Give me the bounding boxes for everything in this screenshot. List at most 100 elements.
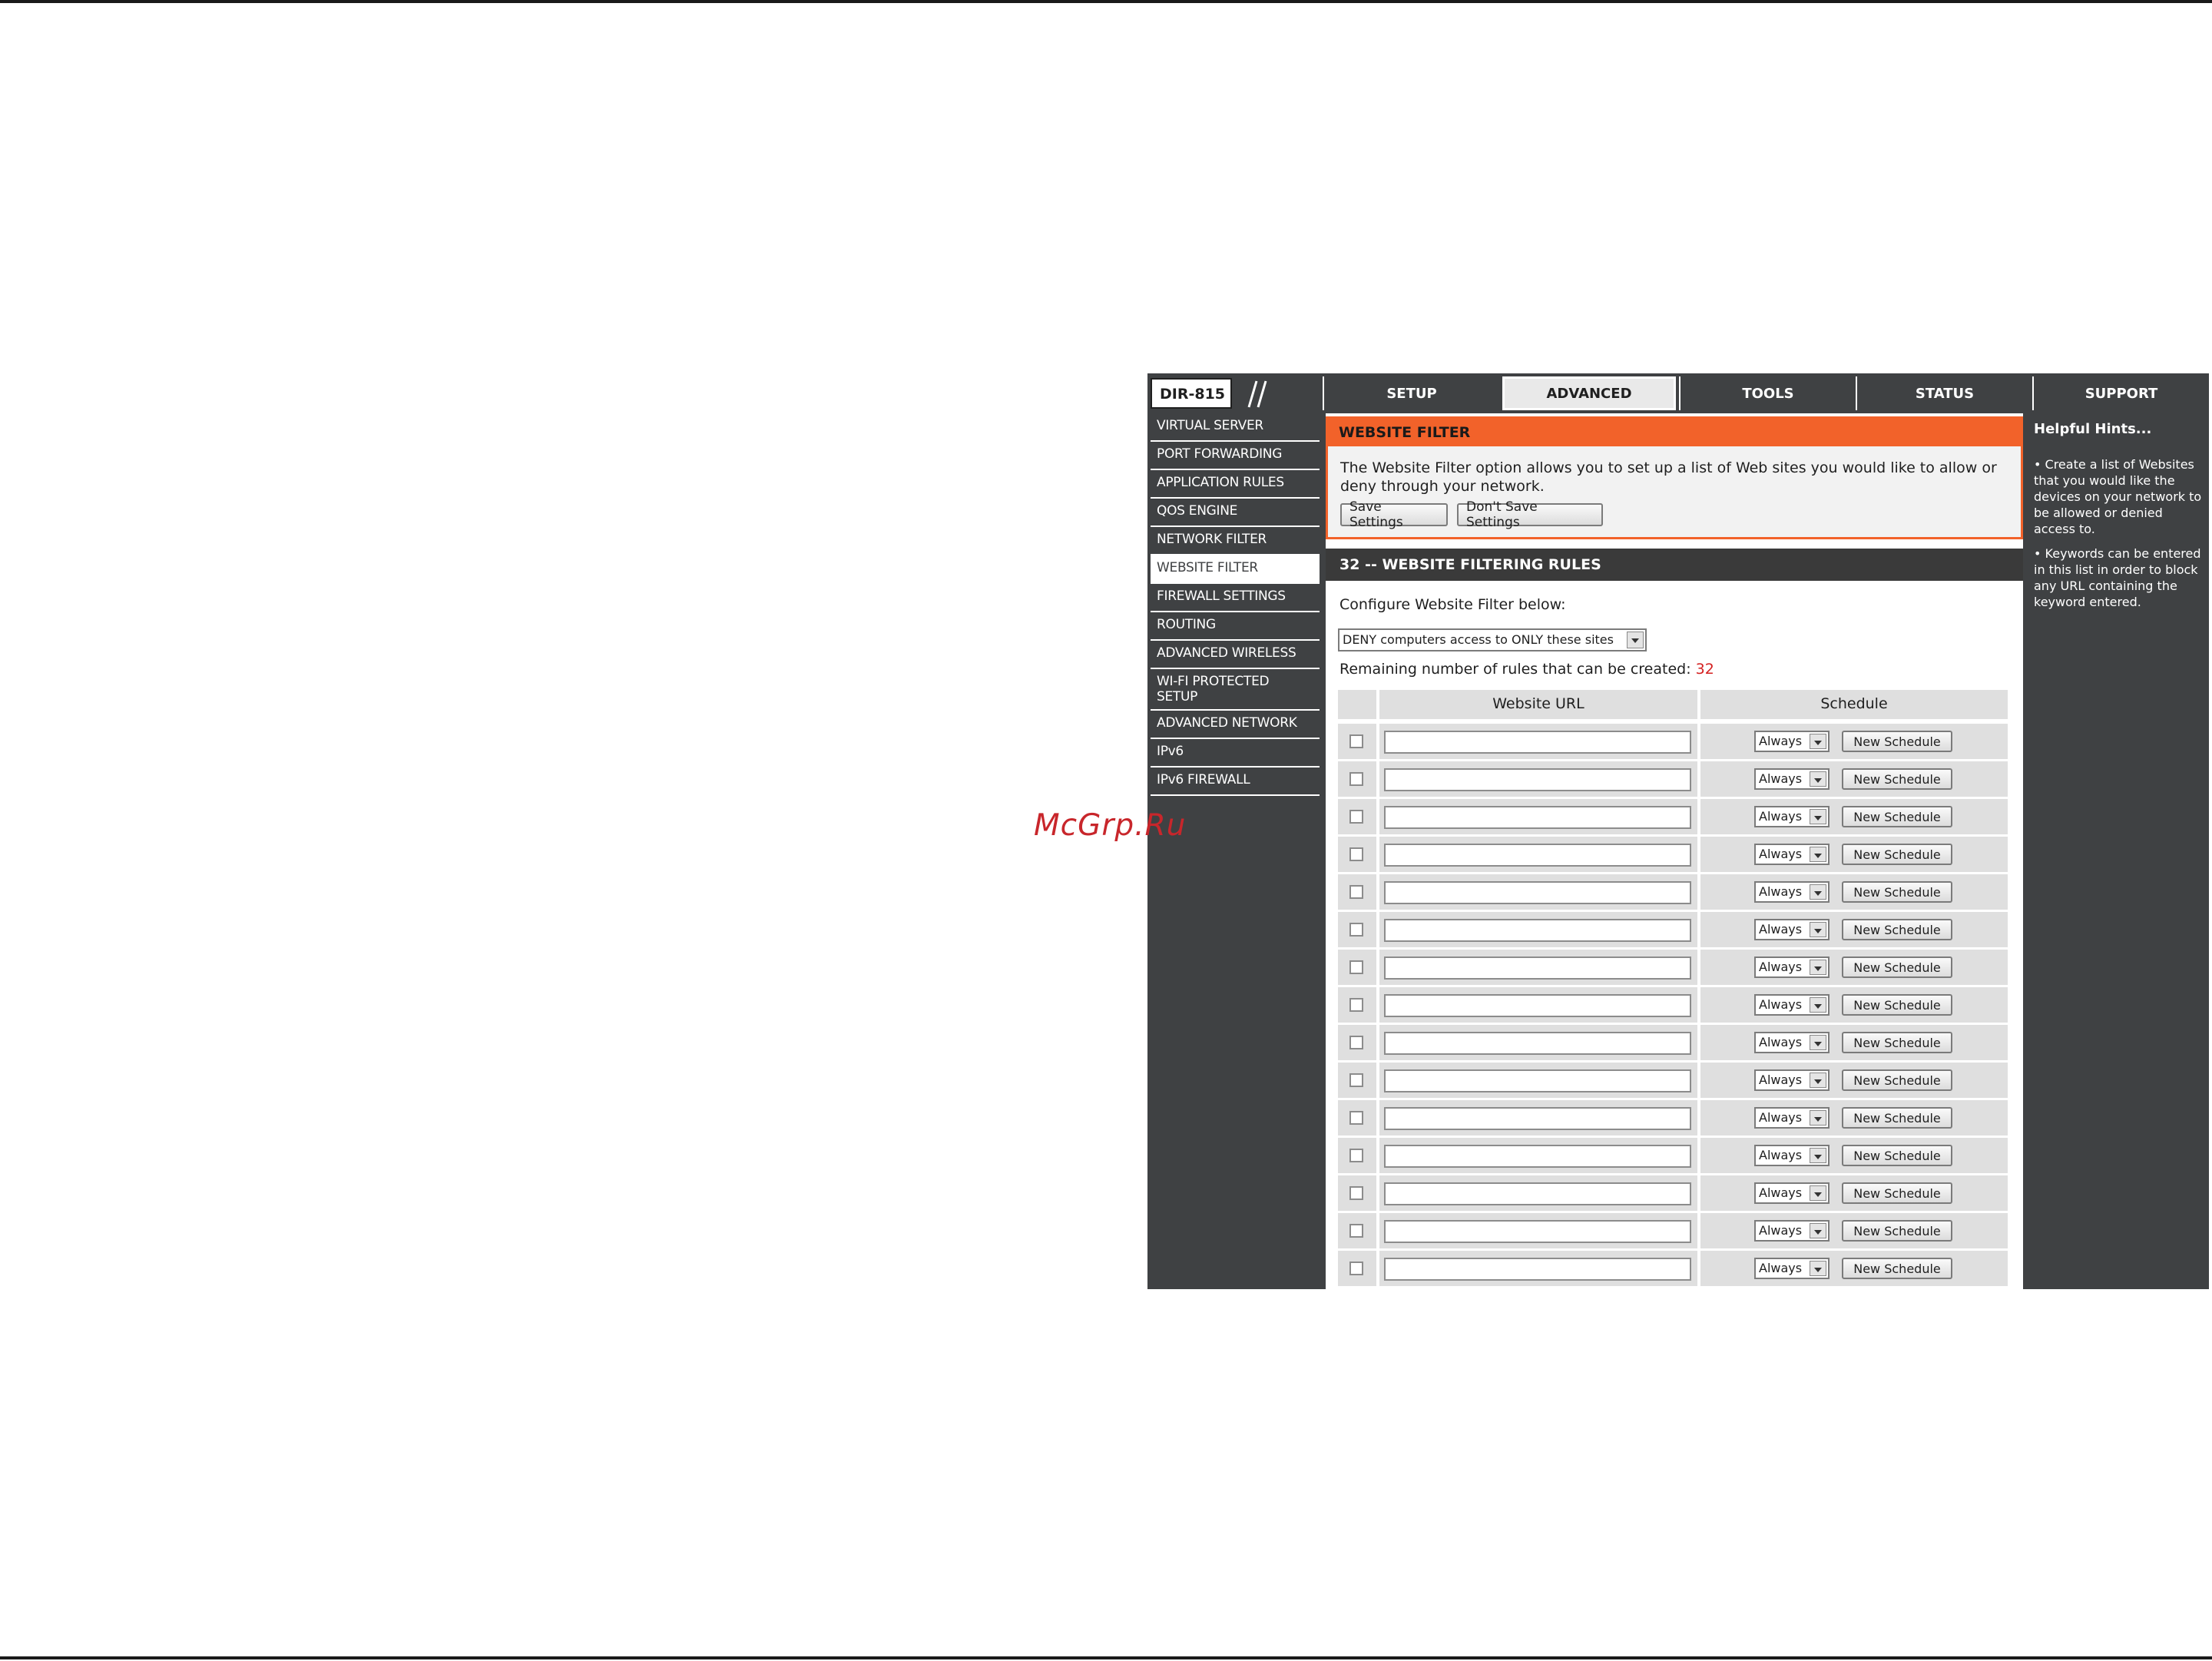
website-url-input[interactable] — [1384, 956, 1691, 980]
rule-enable-checkbox[interactable] — [1349, 1261, 1363, 1275]
rule-checkbox-cell — [1338, 837, 1376, 872]
rule-enable-checkbox[interactable] — [1349, 998, 1363, 1012]
new-schedule-button[interactable]: New Schedule — [1842, 806, 1952, 827]
rule-enable-checkbox[interactable] — [1349, 923, 1363, 937]
schedule-value: Always — [1759, 1148, 1803, 1162]
sidebar-item-port-forwarding[interactable]: PORT FORWARDING — [1151, 442, 1320, 470]
tab-status[interactable]: STATUS — [1856, 376, 2032, 410]
schedule-select[interactable]: Always — [1754, 1032, 1830, 1053]
rule-enable-checkbox[interactable] — [1349, 810, 1363, 824]
schedule-select[interactable]: Always — [1754, 1069, 1830, 1091]
sidebar-item-application-rules[interactable]: APPLICATION RULES — [1151, 470, 1320, 499]
sidebar-item-wifi-protected-setup[interactable]: WI-FI PROTECTED SETUP — [1151, 669, 1320, 711]
website-url-input[interactable] — [1384, 806, 1691, 829]
sidebar-item-firewall-settings[interactable]: FIREWALL SETTINGS — [1151, 584, 1320, 612]
new-schedule-button[interactable]: New Schedule — [1842, 1145, 1952, 1166]
rule-enable-checkbox[interactable] — [1349, 1224, 1363, 1238]
website-url-input[interactable] — [1384, 1107, 1691, 1130]
rule-schedule-cell: Always New Schedule — [1700, 1100, 2008, 1136]
sidebar-item-routing[interactable]: ROUTING — [1151, 612, 1320, 641]
website-url-input[interactable] — [1384, 731, 1691, 754]
website-url-input[interactable] — [1384, 919, 1691, 942]
rule-enable-checkbox[interactable] — [1349, 960, 1363, 974]
website-url-input[interactable] — [1384, 1069, 1691, 1092]
tab-support[interactable]: SUPPORT — [2032, 376, 2209, 410]
rule-enable-checkbox[interactable] — [1349, 1073, 1363, 1087]
schedule-select[interactable]: Always — [1754, 1258, 1830, 1279]
rule-url-cell — [1379, 799, 1697, 834]
chevron-down-icon — [1810, 734, 1826, 749]
hint-item: • Keywords can be entered in this list i… — [2034, 545, 2204, 610]
filter-mode-select[interactable]: DENY computers access to ONLY these site… — [1338, 628, 1647, 651]
rule-enable-checkbox[interactable] — [1349, 1186, 1363, 1200]
new-schedule-button[interactable]: New Schedule — [1842, 1069, 1952, 1091]
chevron-down-icon — [1810, 1073, 1826, 1088]
website-url-input[interactable] — [1384, 1145, 1691, 1168]
sidebar-item-ipv6[interactable]: IPv6 — [1151, 739, 1320, 768]
dont-save-settings-button[interactable]: Don't Save Settings — [1457, 499, 1603, 530]
sidebar-item-ipv6-firewall[interactable]: IPv6 FIREWALL — [1151, 768, 1320, 796]
website-url-input[interactable] — [1384, 881, 1691, 904]
save-settings-button[interactable]: Save Settings — [1340, 499, 1448, 530]
new-schedule-button[interactable]: New Schedule — [1842, 1182, 1952, 1204]
new-schedule-button[interactable]: New Schedule — [1842, 919, 1952, 940]
new-schedule-button[interactable]: New Schedule — [1842, 956, 1952, 978]
new-schedule-button[interactable]: New Schedule — [1842, 1107, 1952, 1129]
tab-tools[interactable]: TOOLS — [1679, 376, 1856, 410]
schedule-select[interactable]: Always — [1754, 919, 1830, 940]
schedule-value: Always — [1759, 1223, 1803, 1238]
chevron-down-icon — [1810, 922, 1826, 937]
sidebar-item-website-filter[interactable]: WEBSITE FILTER — [1151, 555, 1320, 584]
rule-enable-checkbox[interactable] — [1349, 847, 1363, 861]
rule-enable-checkbox[interactable] — [1349, 1111, 1363, 1125]
schedule-select[interactable]: Always — [1754, 881, 1830, 903]
rule-checkbox-cell — [1338, 1100, 1376, 1136]
chevron-down-icon — [1627, 632, 1644, 648]
table-row: Always New Schedule — [1338, 799, 2008, 837]
rule-schedule-cell: Always New Schedule — [1700, 1025, 2008, 1060]
website-url-input[interactable] — [1384, 1182, 1691, 1205]
rule-schedule-cell: Always New Schedule — [1700, 912, 2008, 947]
remaining-rules-label: Remaining number of rules that can be cr… — [1339, 661, 1691, 678]
sidebar-item-virtual-server[interactable]: VIRTUAL SERVER — [1151, 413, 1320, 442]
website-url-input[interactable] — [1384, 1258, 1691, 1281]
website-url-input[interactable] — [1384, 844, 1691, 867]
new-schedule-button[interactable]: New Schedule — [1842, 881, 1952, 903]
new-schedule-button[interactable]: New Schedule — [1842, 994, 1952, 1016]
rule-url-cell — [1379, 724, 1697, 759]
new-schedule-button[interactable]: New Schedule — [1842, 768, 1952, 790]
new-schedule-button[interactable]: New Schedule — [1842, 1220, 1952, 1242]
table-header-row: Website URL Schedule — [1338, 690, 2008, 724]
sidebar-item-advanced-network[interactable]: ADVANCED NETWORK — [1151, 711, 1320, 739]
schedule-select[interactable]: Always — [1754, 844, 1830, 865]
rule-enable-checkbox[interactable] — [1349, 1149, 1363, 1162]
tab-advanced[interactable]: ADVANCED — [1501, 375, 1677, 412]
new-schedule-button[interactable]: New Schedule — [1842, 844, 1952, 865]
website-url-input[interactable] — [1384, 1220, 1691, 1243]
schedule-select[interactable]: Always — [1754, 731, 1830, 752]
website-url-input[interactable] — [1384, 994, 1691, 1017]
rule-enable-checkbox[interactable] — [1349, 734, 1363, 748]
schedule-select[interactable]: Always — [1754, 1182, 1830, 1204]
sidebar-item-network-filter[interactable]: NETWORK FILTER — [1151, 527, 1320, 555]
schedule-select[interactable]: Always — [1754, 956, 1830, 978]
chevron-down-icon — [1810, 1035, 1826, 1050]
schedule-select[interactable]: Always — [1754, 1107, 1830, 1129]
schedule-select[interactable]: Always — [1754, 806, 1830, 827]
rule-enable-checkbox[interactable] — [1349, 772, 1363, 786]
new-schedule-button[interactable]: New Schedule — [1842, 731, 1952, 752]
rule-enable-checkbox[interactable] — [1349, 1036, 1363, 1049]
website-url-input[interactable] — [1384, 768, 1691, 791]
new-schedule-button[interactable]: New Schedule — [1842, 1258, 1952, 1279]
schedule-select[interactable]: Always — [1754, 994, 1830, 1016]
schedule-select[interactable]: Always — [1754, 1220, 1830, 1242]
helpful-hints-panel: Helpful Hints... • Create a list of Webs… — [2029, 413, 2209, 1289]
tab-setup[interactable]: SETUP — [1323, 376, 1499, 410]
sidebar-item-advanced-wireless[interactable]: ADVANCED WIRELESS — [1151, 641, 1320, 669]
sidebar-item-qos-engine[interactable]: QOS ENGINE — [1151, 499, 1320, 527]
rule-enable-checkbox[interactable] — [1349, 885, 1363, 899]
website-url-input[interactable] — [1384, 1032, 1691, 1055]
schedule-select[interactable]: Always — [1754, 1145, 1830, 1166]
new-schedule-button[interactable]: New Schedule — [1842, 1032, 1952, 1053]
schedule-select[interactable]: Always — [1754, 768, 1830, 790]
